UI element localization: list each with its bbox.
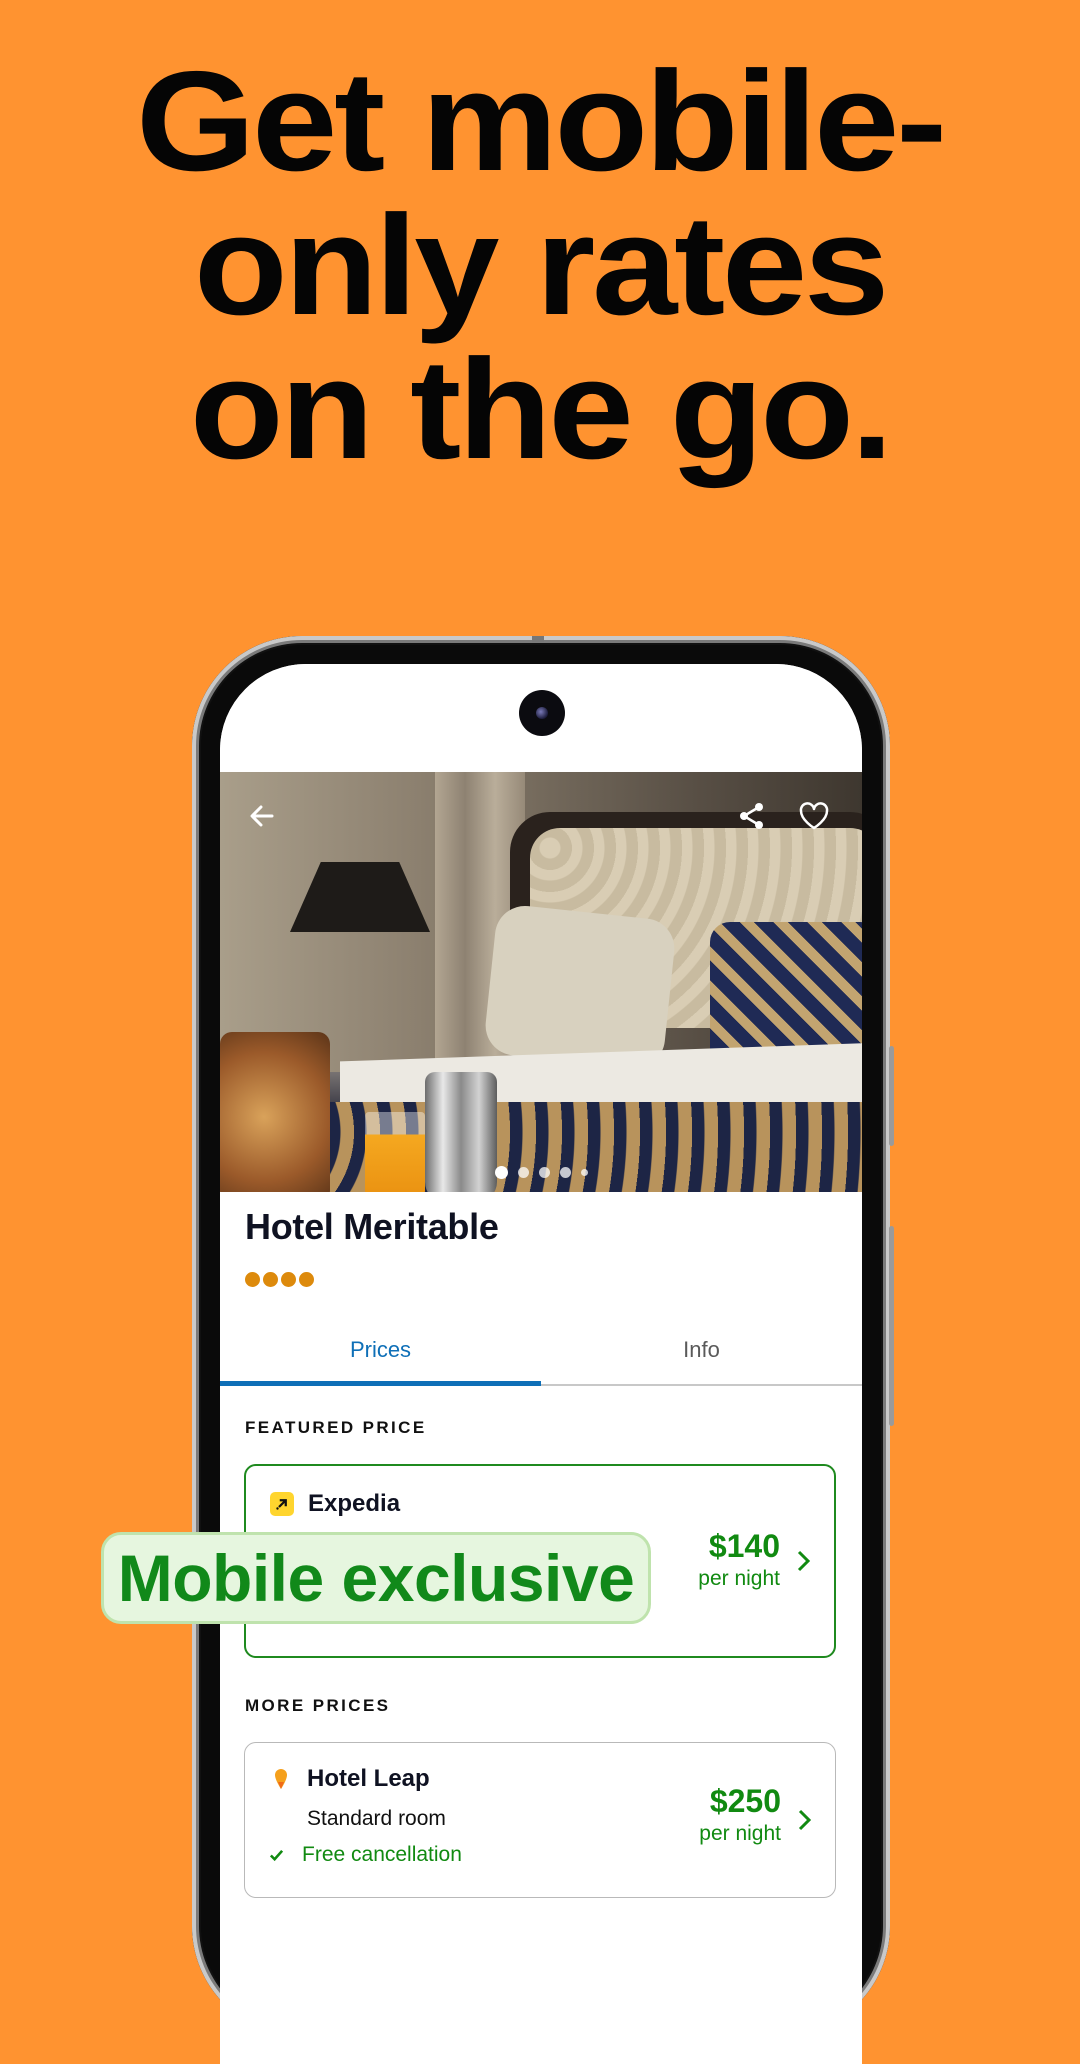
price-block: $250 per night	[699, 1783, 781, 1849]
phone-power-button	[889, 1226, 894, 1426]
expedia-logo-icon	[270, 1492, 294, 1516]
tab-info[interactable]: Info	[541, 1332, 862, 1384]
heart-outline-icon	[799, 802, 829, 830]
carousel-dot[interactable]	[538, 1167, 550, 1178]
chevron-right-icon	[797, 1550, 811, 1572]
hotel-photo-carousel[interactable]	[220, 772, 862, 1192]
phone-frame: Hotel Meritable Prices Info FEATURED PRI…	[192, 636, 894, 2064]
location-pin-icon	[275, 1769, 287, 1789]
hotel-rating	[245, 1272, 314, 1287]
price: $250	[709, 1783, 781, 1819]
room-type: Standard room	[307, 1807, 446, 1830]
per-night-label: per night	[699, 1822, 781, 1845]
featured-price-heading: FEATURED PRICE	[245, 1418, 427, 1437]
checkmark-icon	[269, 1849, 284, 1861]
cancellation-policy: Free cancellation	[269, 1843, 462, 1867]
provider-name: Hotel Leap	[307, 1765, 430, 1792]
favorite-button[interactable]	[792, 794, 836, 838]
arrow-left-icon	[250, 805, 274, 827]
carousel-dot[interactable]	[494, 1166, 508, 1179]
rating-dot-icon	[299, 1272, 314, 1287]
more-prices-heading: MORE PRICES	[245, 1696, 391, 1715]
provider: Expedia	[270, 1490, 400, 1518]
carousel-dot[interactable]	[580, 1169, 588, 1176]
provider-name: Expedia	[308, 1490, 401, 1517]
headline: Get mobile- only rates on the go.	[0, 50, 1080, 482]
rating-dot-icon	[281, 1272, 296, 1287]
price-list-item[interactable]: Hotel Leap Standard room Free cancellati…	[244, 1742, 836, 1898]
rating-dot-icon	[263, 1272, 278, 1287]
status-bar	[220, 664, 862, 772]
headline-line-3: on the go.	[189, 330, 893, 489]
mobile-exclusive-badge: Mobile exclusive	[101, 1532, 651, 1624]
chevron-right-icon	[798, 1809, 812, 1831]
tab-prices[interactable]: Prices	[220, 1332, 541, 1386]
headline-line-2: only rates	[193, 186, 889, 345]
rating-dot-icon	[245, 1272, 260, 1287]
per-night-label: per night	[698, 1567, 780, 1590]
phone-screen: Hotel Meritable Prices Info FEATURED PRI…	[220, 664, 862, 2064]
price: $140	[708, 1528, 780, 1564]
provider: Hotel Leap	[269, 1765, 430, 1793]
price-block: $140 per night	[698, 1528, 780, 1594]
share-button[interactable]	[730, 794, 774, 838]
phone-volume-button	[889, 1046, 894, 1146]
cancellation-text: Free cancellation	[302, 1843, 462, 1866]
carousel-dot[interactable]	[517, 1167, 529, 1178]
phone-seam	[532, 636, 544, 642]
carousel-indicator	[220, 1166, 862, 1179]
camera-icon	[519, 690, 565, 736]
hotel-name: Hotel Meritable	[245, 1206, 499, 1247]
carousel-dot[interactable]	[559, 1167, 571, 1178]
share-icon	[740, 803, 763, 829]
back-button[interactable]	[240, 794, 284, 838]
tab-bar: Prices Info	[220, 1332, 862, 1386]
headline-line-1: Get mobile-	[136, 42, 947, 201]
